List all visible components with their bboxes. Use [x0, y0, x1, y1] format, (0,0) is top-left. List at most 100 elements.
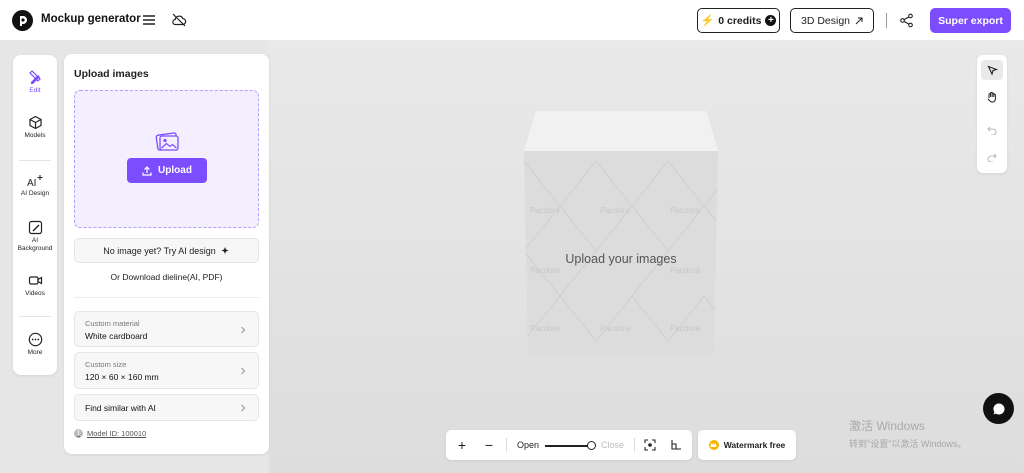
slider-handle[interactable] — [587, 441, 596, 450]
model-id-link[interactable]: ! Model ID: 100010 — [74, 429, 146, 438]
video-icon — [28, 276, 42, 285]
rail-divider — [19, 316, 51, 317]
focus-view-button[interactable] — [642, 437, 658, 453]
undo-button[interactable] — [981, 120, 1003, 140]
more-icon — [28, 332, 42, 347]
svg-text:Pacdora: Pacdora — [670, 266, 700, 275]
custom-material-row[interactable]: Custom material White cardboard — [74, 311, 259, 347]
rail-item-edit[interactable]: Edit — [13, 70, 57, 95]
svg-text:Pacdora: Pacdora — [670, 206, 700, 215]
arrow-up-right-icon — [855, 17, 863, 24]
rail-item-videos[interactable]: Videos — [13, 273, 57, 298]
rail-item-ai-background[interactable]: AI Background — [13, 220, 57, 253]
edit-icon — [28, 70, 41, 84]
dimension-view-button[interactable] — [668, 437, 684, 453]
rail-item-ai-design[interactable]: AI AI Design — [13, 173, 57, 198]
redo-button[interactable] — [981, 147, 1003, 167]
divider — [506, 438, 507, 452]
menu-icon[interactable] — [142, 13, 156, 27]
logo-icon[interactable] — [12, 10, 33, 31]
zoom-in-icon[interactable]: + — [455, 437, 469, 453]
row-value: 120 × 60 × 160 mm — [85, 372, 159, 382]
svg-text:Pacdora: Pacdora — [600, 324, 630, 333]
crown-icon — [708, 440, 719, 450]
credits-button[interactable]: ⚡ 0 credits + — [697, 8, 780, 33]
svg-text:Pacdora: Pacdora — [530, 266, 560, 275]
box-top-face — [524, 111, 718, 151]
rail-item-more[interactable]: More — [13, 332, 57, 357]
ai-sparkle-icon: AI — [27, 175, 42, 188]
rail-label: Models — [24, 132, 46, 139]
rail-label: AI Background — [17, 237, 53, 252]
svg-text:AI: AI — [27, 178, 36, 188]
chat-icon — [992, 402, 1005, 414]
zoom-out-icon[interactable]: − — [482, 437, 496, 453]
chat-button[interactable] — [983, 393, 1014, 424]
info-icon: ! — [74, 429, 83, 438]
watermark-free-button[interactable]: Watermark free — [698, 430, 796, 460]
find-similar-row[interactable]: Find similar with AI — [74, 394, 259, 421]
photos-icon — [155, 132, 179, 151]
svg-text:Pacdora: Pacdora — [530, 324, 560, 333]
watermark-label: Watermark free — [723, 440, 786, 450]
super-export-button[interactable]: Super export — [930, 8, 1011, 33]
undo-icon — [987, 126, 997, 135]
rail-label: AI Design — [20, 190, 50, 197]
share-icon[interactable] — [899, 13, 914, 28]
bottom-toolbar: + − Open Close — [446, 430, 692, 460]
chevron-right-icon — [241, 326, 246, 334]
watermark-line-2: 转到"设置"以激活 Windows。 — [849, 439, 967, 449]
divider — [74, 297, 259, 298]
close-label: Close — [600, 440, 624, 450]
top-bar: Mockup generator ⚡ 0 credits + 3D Design… — [0, 0, 1024, 41]
custom-size-row[interactable]: Custom size 120 × 60 × 160 mm — [74, 352, 259, 389]
lightning-icon: ⚡ — [700, 15, 715, 27]
rail-divider — [19, 160, 51, 161]
windows-activation-watermark: 激活 Windows 转到"设置"以激活 Windows。 — [849, 417, 966, 450]
ai-design-label: No image yet? Try AI design — [103, 245, 216, 256]
divider — [886, 13, 887, 28]
open-close-slider[interactable] — [545, 445, 593, 447]
ruler-icon — [671, 440, 681, 450]
rail-label: More — [27, 349, 43, 356]
row-value: White cardboard — [85, 331, 148, 341]
chevron-right-icon — [241, 367, 246, 375]
pan-tool-button[interactable] — [981, 87, 1003, 107]
download-dieline-link[interactable]: Or Download dieline(AI, PDF) — [64, 272, 269, 282]
upload-icon — [142, 165, 152, 176]
select-tool-button[interactable] — [981, 60, 1003, 80]
redo-icon — [987, 153, 997, 162]
upload-label: Upload — [158, 165, 192, 176]
row-value: Find similar with AI — [85, 403, 156, 413]
canvas-placeholder-text: Upload your images — [565, 252, 677, 266]
chevron-right-icon — [241, 404, 246, 412]
rail-label: Videos — [25, 290, 45, 297]
add-credits-icon: + — [765, 15, 777, 26]
model-id-label: Model ID: 100010 — [87, 429, 147, 438]
row-caption: Custom material — [85, 319, 140, 328]
upload-dropzone[interactable]: Upload — [74, 90, 259, 228]
cube-icon — [28, 115, 42, 130]
divider — [634, 438, 635, 452]
open-label: Open — [516, 440, 540, 450]
tool-rail: Edit Models AI AI Design AI Background V… — [13, 55, 57, 375]
rail-item-models[interactable]: Models — [13, 115, 57, 140]
3d-design-label: 3D Design — [800, 14, 851, 27]
panel-title: Upload images — [74, 68, 149, 80]
svg-text:Pacdora: Pacdora — [600, 206, 630, 215]
3d-design-button[interactable]: 3D Design — [790, 8, 874, 33]
image-edit-icon — [28, 220, 42, 235]
rail-label: Edit — [29, 87, 41, 94]
pointer-icon — [986, 65, 998, 76]
try-ai-design-button[interactable]: No image yet? Try AI design — [74, 238, 259, 263]
cloud-off-icon[interactable] — [171, 12, 187, 28]
svg-text:Pacdora: Pacdora — [530, 206, 560, 215]
watermark-line-1: 激活 Windows — [849, 419, 926, 433]
upload-panel: Upload images Upload No image yet? Try A… — [64, 54, 269, 454]
focus-icon — [644, 439, 656, 451]
row-caption: Custom size — [85, 360, 127, 369]
sparkle-icon — [221, 247, 229, 254]
upload-button[interactable]: Upload — [127, 158, 207, 183]
app-title: Mockup generator — [41, 13, 141, 25]
svg-text:Pacdora: Pacdora — [670, 324, 700, 333]
